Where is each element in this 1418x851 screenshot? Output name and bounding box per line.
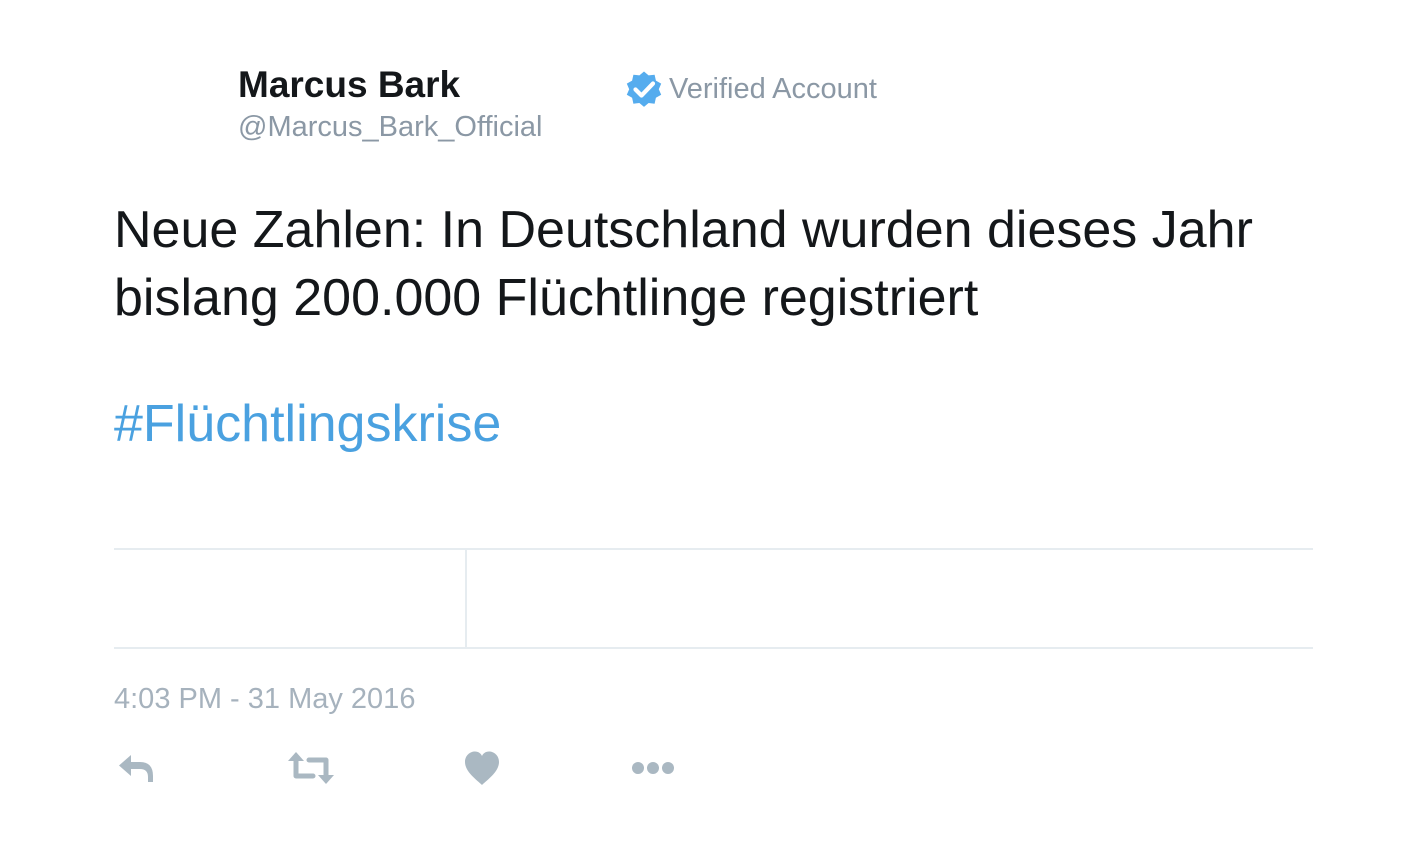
reply-button[interactable] — [116, 746, 156, 790]
retweet-button[interactable] — [287, 746, 335, 790]
verified-account-label: Verified Account — [669, 72, 877, 105]
reply-icon — [116, 751, 156, 785]
verified-check-icon — [624, 69, 664, 109]
more-dots-icon — [631, 760, 675, 776]
more-options-button[interactable] — [631, 746, 675, 790]
like-heart-icon — [463, 750, 501, 786]
hashtag-link[interactable]: #Flüchtlingskrise — [114, 390, 501, 458]
retweet-icon — [287, 750, 335, 786]
verified-badge: Verified Account — [624, 68, 877, 110]
tweet-timestamp[interactable]: 4:03 PM - 31 May 2016 — [114, 683, 415, 716]
stats-divider — [465, 550, 467, 647]
author-display-name[interactable]: Marcus Bark — [238, 66, 460, 103]
author-handle[interactable]: @Marcus_Bark_Official — [238, 113, 543, 142]
tweet-stats-bar — [114, 548, 1313, 649]
tweet-text: Neue Zahlen: In Deutschland wurden diese… — [114, 201, 1253, 327]
like-button[interactable] — [463, 746, 501, 790]
